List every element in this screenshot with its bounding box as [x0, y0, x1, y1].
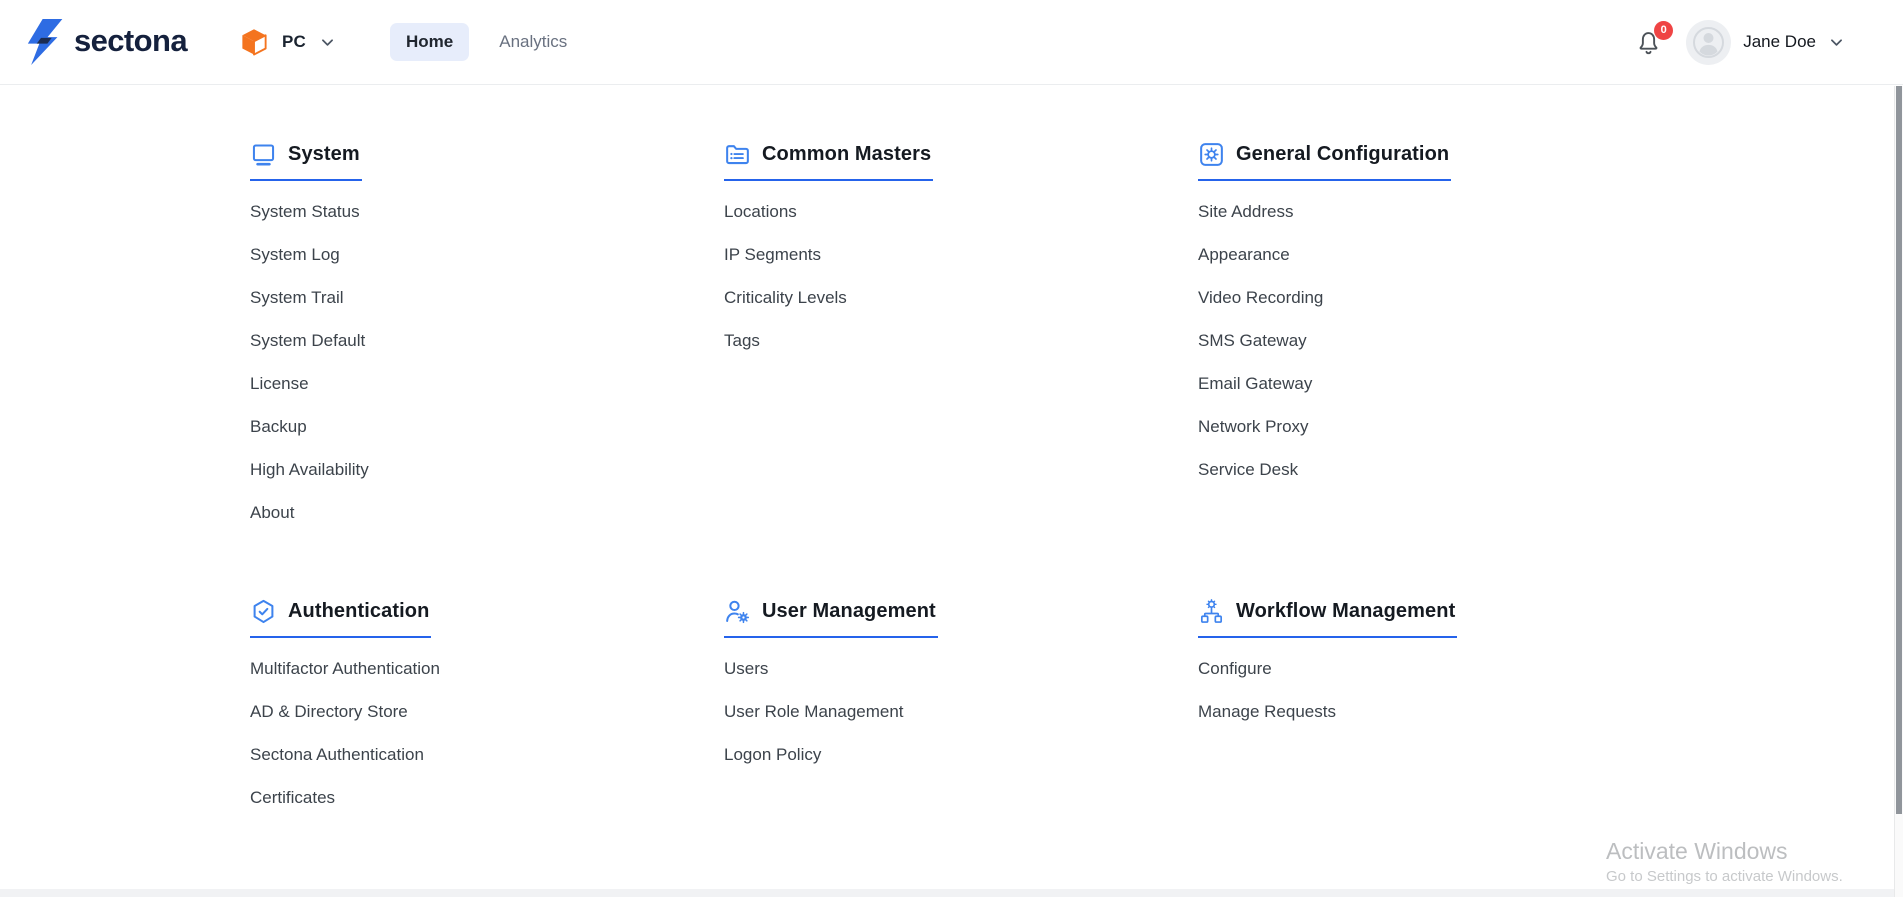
menu-item-locations[interactable]: Locations — [724, 190, 797, 233]
bottom-scrollbar-track — [0, 889, 1894, 897]
menu-item-system-status[interactable]: System Status — [250, 190, 360, 233]
activate-windows-watermark: Activate Windows Go to Settings to activ… — [1606, 838, 1843, 885]
hexagon-check-icon — [250, 598, 277, 625]
section-title: Workflow Management — [1236, 600, 1455, 623]
section-items: Site AddressAppearanceVideo RecordingSMS… — [1198, 190, 1672, 491]
section-general-configuration: General Configuration Site AddressAppear… — [1198, 141, 1672, 534]
menu-item-configure[interactable]: Configure — [1198, 647, 1272, 690]
section-header: General Configuration — [1198, 141, 1451, 181]
menu-item-service-desk[interactable]: Service Desk — [1198, 448, 1298, 491]
section-header: Common Masters — [724, 141, 933, 181]
section-title: General Configuration — [1236, 143, 1449, 166]
top-nav: sectona PC Home Analytics 0 Jane Doe — [0, 0, 1903, 85]
menu-item-ad-directory-store[interactable]: AD & Directory Store — [250, 690, 408, 733]
vertical-scrollbar — [1894, 86, 1903, 897]
user-gear-icon — [724, 598, 751, 625]
menu-item-system-log[interactable]: System Log — [250, 233, 340, 276]
section-common-masters: Common Masters LocationsIP SegmentsCriti… — [724, 141, 1198, 534]
gear-square-icon — [1198, 141, 1225, 168]
section-authentication: Authentication Multifactor Authenticatio… — [250, 598, 724, 819]
watermark-subtitle: Go to Settings to activate Windows. — [1606, 868, 1843, 885]
monitor-icon — [250, 141, 277, 168]
user-menu[interactable]: Jane Doe — [1686, 20, 1845, 65]
avatar — [1686, 20, 1731, 65]
menu-item-tags[interactable]: Tags — [724, 319, 760, 362]
section-title: Authentication — [288, 600, 429, 623]
menu-item-criticality-levels[interactable]: Criticality Levels — [724, 276, 847, 319]
menu-item-multifactor-authentication[interactable]: Multifactor Authentication — [250, 647, 440, 690]
user-name: Jane Doe — [1743, 32, 1816, 52]
tab-analytics[interactable]: Analytics — [483, 23, 583, 61]
section-header: Authentication — [250, 598, 431, 638]
menu-item-appearance[interactable]: Appearance — [1198, 233, 1290, 276]
menu-item-backup[interactable]: Backup — [250, 405, 307, 448]
section-items: Multifactor AuthenticationAD & Directory… — [250, 647, 724, 819]
notifications-button[interactable]: 0 — [1635, 29, 1662, 56]
workflow-icon — [1198, 598, 1225, 625]
menu-item-manage-requests[interactable]: Manage Requests — [1198, 690, 1336, 733]
section-items: System StatusSystem LogSystem TrailSyste… — [250, 190, 724, 534]
menu-item-email-gateway[interactable]: Email Gateway — [1198, 362, 1312, 405]
scrollbar-thumb[interactable] — [1896, 86, 1902, 814]
section-title: Common Masters — [762, 143, 931, 166]
chevron-down-icon — [319, 34, 336, 51]
settings-grid: System System StatusSystem LogSystem Tra… — [250, 141, 1903, 819]
menu-item-network-proxy[interactable]: Network Proxy — [1198, 405, 1309, 448]
menu-item-about[interactable]: About — [250, 491, 294, 534]
menu-item-logon-policy[interactable]: Logon Policy — [724, 733, 821, 776]
section-items: ConfigureManage Requests — [1198, 647, 1672, 733]
product-selector[interactable]: PC — [239, 27, 336, 57]
brand-logo[interactable]: sectona — [18, 15, 187, 69]
section-items: LocationsIP SegmentsCriticality LevelsTa… — [724, 190, 1198, 362]
section-title: User Management — [762, 600, 936, 623]
menu-item-video-recording[interactable]: Video Recording — [1198, 276, 1323, 319]
tab-home[interactable]: Home — [390, 23, 469, 61]
section-workflow-management: Workflow Management ConfigureManage Requ… — [1198, 598, 1672, 819]
brand-wordmark: sectona — [74, 23, 187, 62]
watermark-title: Activate Windows — [1606, 838, 1843, 865]
menu-item-sectona-authentication[interactable]: Sectona Authentication — [250, 733, 424, 776]
menu-item-user-role-management[interactable]: User Role Management — [724, 690, 904, 733]
menu-item-system-default[interactable]: System Default — [250, 319, 365, 362]
header-actions: 0 Jane Doe — [1635, 20, 1873, 65]
product-label: PC — [282, 32, 306, 52]
primary-tabs: Home Analytics — [390, 23, 583, 61]
section-title: System — [288, 143, 360, 166]
section-header: System — [250, 141, 362, 181]
menu-item-users[interactable]: Users — [724, 647, 768, 690]
notification-badge: 0 — [1654, 21, 1673, 40]
avatar-person-icon — [1686, 20, 1731, 65]
menu-item-certificates[interactable]: Certificates — [250, 776, 335, 819]
section-header: User Management — [724, 598, 938, 638]
chevron-down-icon — [1828, 34, 1845, 51]
section-user-management: User Management UsersUser Role Managemen… — [724, 598, 1198, 819]
menu-item-system-trail[interactable]: System Trail — [250, 276, 344, 319]
menu-item-ip-segments[interactable]: IP Segments — [724, 233, 821, 276]
settings-page: System System StatusSystem LogSystem Tra… — [0, 85, 1903, 819]
section-header: Workflow Management — [1198, 598, 1457, 638]
menu-item-license[interactable]: License — [250, 362, 309, 405]
cube-icon — [239, 27, 269, 57]
menu-item-site-address[interactable]: Site Address — [1198, 190, 1293, 233]
sectona-bolt-icon — [18, 15, 64, 69]
section-system: System System StatusSystem LogSystem Tra… — [250, 141, 724, 534]
menu-item-sms-gateway[interactable]: SMS Gateway — [1198, 319, 1307, 362]
folder-list-icon — [724, 141, 751, 168]
section-items: UsersUser Role ManagementLogon Policy — [724, 647, 1198, 776]
menu-item-high-availability[interactable]: High Availability — [250, 448, 369, 491]
